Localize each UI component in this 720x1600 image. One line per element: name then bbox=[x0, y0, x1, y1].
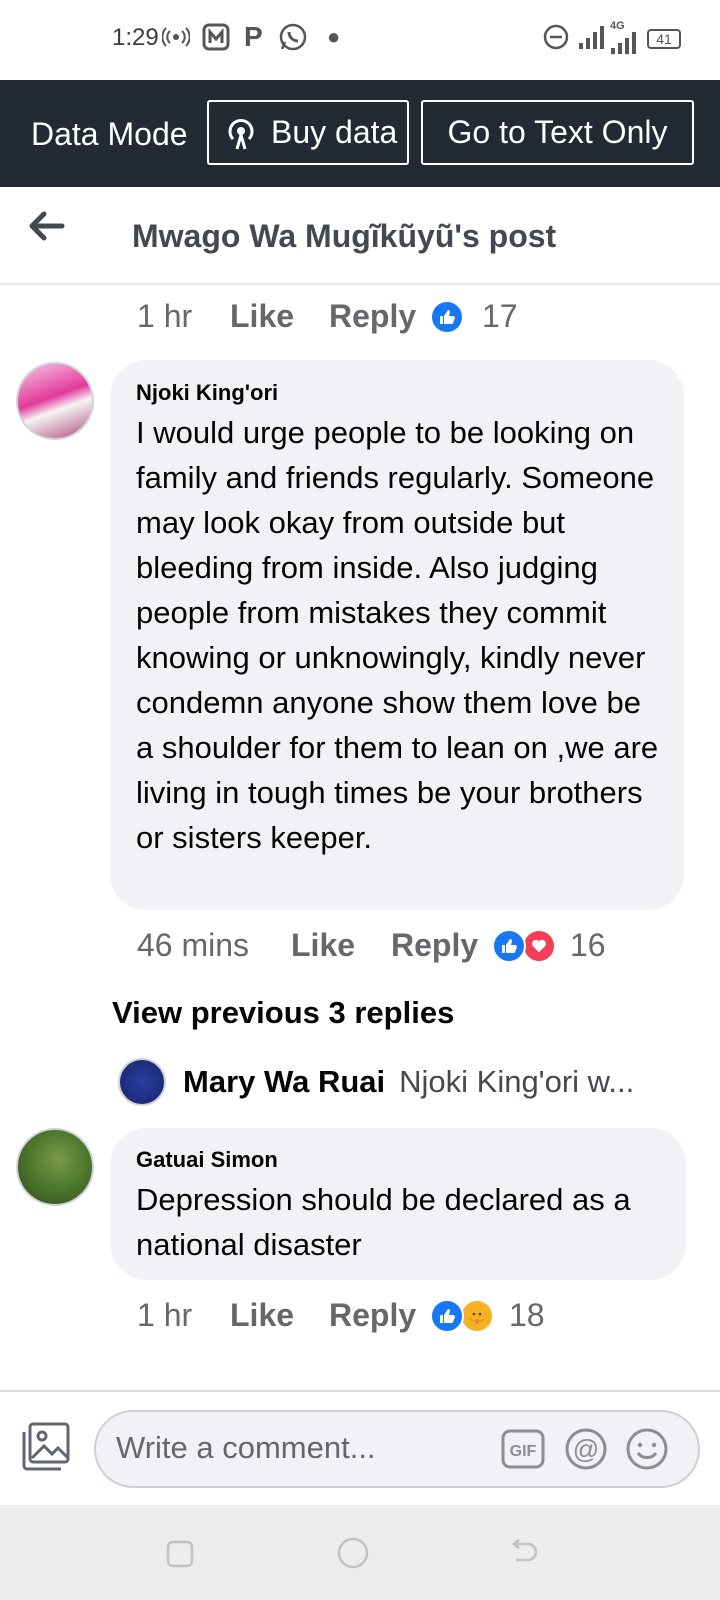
svg-text:GIF: GIF bbox=[510, 1443, 537, 1460]
back-arrow-icon[interactable] bbox=[26, 208, 66, 249]
battery-icon: 41 bbox=[647, 29, 681, 49]
p-app-icon: P bbox=[244, 21, 263, 52]
buy-data-label: Buy data bbox=[271, 114, 398, 150]
comment-author[interactable]: Njoki King'ori bbox=[136, 380, 278, 406]
comment-time: 1 hr bbox=[137, 298, 193, 334]
like-icon bbox=[430, 300, 464, 334]
comment-text: I would urge people to be looking on fam… bbox=[136, 415, 659, 855]
signal-icon bbox=[578, 20, 608, 54]
comment-placeholder: Write a comment... bbox=[116, 1430, 376, 1465]
go-to-text-only-label: Go to Text Only bbox=[447, 114, 668, 150]
go-to-text-only-button[interactable]: Go to Text Only bbox=[421, 100, 694, 165]
home-icon[interactable] bbox=[336, 1536, 370, 1575]
reply-author: Mary Wa Ruai bbox=[183, 1064, 386, 1099]
love-icon bbox=[522, 929, 556, 963]
comment-time: 46 mins bbox=[137, 927, 250, 963]
reply-avatar[interactable] bbox=[118, 1058, 166, 1106]
like-button[interactable]: Like bbox=[230, 298, 294, 335]
more-notifications-dot-icon: ● bbox=[327, 24, 341, 49]
view-previous-replies-link[interactable]: View previous 3 replies bbox=[112, 995, 454, 1031]
reaction-count[interactable]: 18 bbox=[509, 1297, 545, 1334]
back-icon[interactable] bbox=[508, 1538, 540, 1575]
status-time: 1:29 bbox=[112, 24, 159, 51]
like-button[interactable]: Like bbox=[230, 1297, 294, 1334]
avatar[interactable] bbox=[16, 1128, 94, 1206]
data-mode-label: Data Mode bbox=[31, 116, 188, 152]
mention-icon[interactable]: @ bbox=[563, 1426, 609, 1477]
whatsapp-icon bbox=[278, 20, 308, 54]
photo-gallery-icon[interactable] bbox=[20, 1420, 72, 1477]
reply-button[interactable]: Reply bbox=[329, 298, 416, 335]
signal-icon-2 bbox=[610, 26, 640, 60]
do-not-disturb-icon bbox=[542, 20, 570, 54]
hotspot-icon bbox=[162, 20, 190, 54]
buy-data-button[interactable]: Buy data bbox=[207, 100, 409, 165]
reply-button[interactable]: Reply bbox=[329, 1297, 416, 1334]
page-title: Mwago Wa Mugĩkũyũ's post bbox=[132, 218, 557, 254]
svg-text:@: @ bbox=[573, 1434, 599, 1464]
reply-button[interactable]: Reply bbox=[391, 927, 478, 964]
reply-preview[interactable]: Mary Wa Ruai Njoki King'ori w... bbox=[183, 1064, 634, 1100]
reaction-count[interactable]: 17 bbox=[482, 298, 518, 335]
avatar[interactable] bbox=[16, 362, 94, 440]
recents-icon[interactable] bbox=[164, 1538, 196, 1575]
reaction-count[interactable]: 16 bbox=[570, 927, 606, 964]
like-icon bbox=[492, 929, 526, 963]
comment-text: Depression should be declared as a natio… bbox=[136, 1182, 631, 1262]
app-notification-icon bbox=[202, 20, 230, 54]
emoji-icon[interactable] bbox=[624, 1426, 670, 1477]
like-icon bbox=[430, 1299, 464, 1333]
gif-icon[interactable]: GIF bbox=[500, 1426, 546, 1477]
comment-time: 1 hr bbox=[137, 1297, 193, 1333]
comment-author[interactable]: Gatuai Simon bbox=[136, 1147, 278, 1173]
battery-level: 41 bbox=[656, 31, 672, 47]
broadcast-icon bbox=[223, 115, 259, 151]
like-button[interactable]: Like bbox=[291, 927, 355, 964]
care-icon bbox=[460, 1299, 494, 1333]
reply-text: Njoki King'ori w... bbox=[399, 1064, 635, 1099]
